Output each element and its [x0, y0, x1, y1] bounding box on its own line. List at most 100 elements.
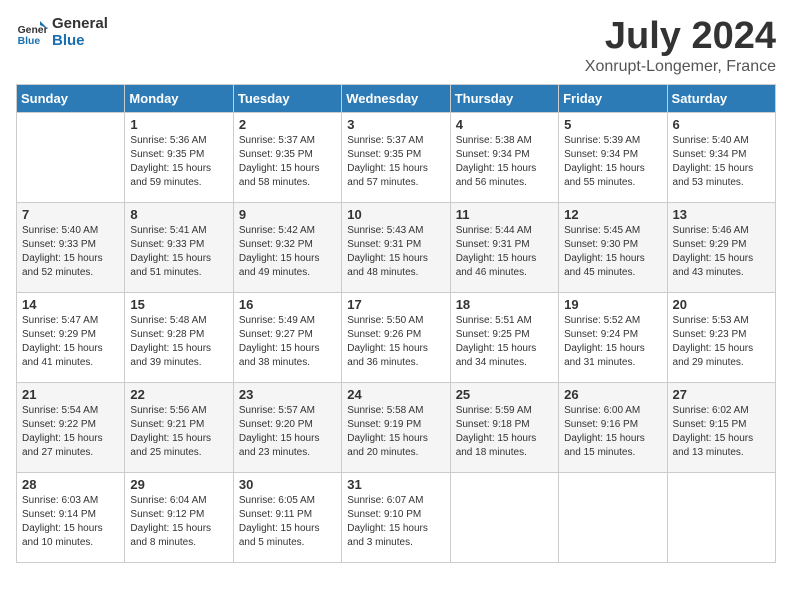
- day-cell: 17Sunrise: 5:50 AM Sunset: 9:26 PM Dayli…: [342, 292, 450, 382]
- day-info: Sunrise: 5:56 AM Sunset: 9:21 PM Dayligh…: [130, 404, 227, 460]
- logo-icon: General Blue: [16, 17, 48, 49]
- day-cell: 27 Sunrise: 6:02 AM Sunset: 9:15 PM Dayli…: [667, 382, 775, 472]
- day-cell: 31Sunrise: 6:07 AM Sunset: 9:10 PM Dayli…: [342, 472, 450, 562]
- day-number: 30: [239, 477, 336, 492]
- logo-text-general: General: [52, 16, 108, 33]
- day-info: Sunrise: 5:50 AM Sunset: 9:26 PM Dayligh…: [347, 314, 444, 370]
- day-number: 26: [564, 387, 661, 402]
- day-number: 4: [456, 117, 553, 132]
- day-cell: 29 Sunrise: 6:04 AM Sunset: 9:12 PM Dayli…: [125, 472, 233, 562]
- day-cell: [450, 472, 558, 562]
- day-number: 13: [673, 207, 770, 222]
- day-cell: 1 Sunrise: 5:36 AM Sunset: 9:35 PM Daylig…: [125, 112, 233, 202]
- day-number: 22: [130, 387, 227, 402]
- day-cell: 12Sunrise: 5:45 AM Sunset: 9:30 PM Dayli…: [559, 202, 667, 292]
- day-cell: 8Sunrise: 5:41 AM Sunset: 9:33 PM Daylig…: [125, 202, 233, 292]
- day-info: Sunrise: 6:05 AM Sunset: 9:11 PM Dayligh…: [239, 494, 336, 550]
- day-info: Sunrise: 5:37 AM Sunset: 9:35 PM Dayligh…: [239, 134, 336, 190]
- day-info: Sunrise: 5:54 AM Sunset: 9:22 PM Dayligh…: [22, 404, 119, 460]
- day-number: 25: [456, 387, 553, 402]
- header-thursday: Thursday: [450, 84, 558, 112]
- day-info: Sunrise: 5:40 AM Sunset: 9:33 PM Dayligh…: [22, 224, 119, 280]
- day-info: Sunrise: 5:38 AM Sunset: 9:34 PM Dayligh…: [456, 134, 553, 190]
- day-number: 3: [347, 117, 444, 132]
- header-tuesday: Tuesday: [233, 84, 341, 112]
- title-area: July 2024 Xonrupt-Longemer, France: [585, 16, 776, 76]
- day-info: Sunrise: 5:41 AM Sunset: 9:33 PM Dayligh…: [130, 224, 227, 280]
- day-number: 11: [456, 207, 553, 222]
- day-cell: 19 Sunrise: 5:52 AM Sunset: 9:24 PM Dayli…: [559, 292, 667, 382]
- day-cell: [667, 472, 775, 562]
- day-number: 31: [347, 477, 444, 492]
- day-number: 1: [130, 117, 227, 132]
- day-number: 10: [347, 207, 444, 222]
- day-number: 7: [22, 207, 119, 222]
- day-info: Sunrise: 5:42 AM Sunset: 9:32 PM Dayligh…: [239, 224, 336, 280]
- day-cell: 6Sunrise: 5:40 AM Sunset: 9:34 PM Daylig…: [667, 112, 775, 202]
- day-cell: 16 Sunrise: 5:49 AM Sunset: 9:27 PM Dayli…: [233, 292, 341, 382]
- day-number: 19: [564, 297, 661, 312]
- page-header: General Blue General Blue July 2024 Xonr…: [16, 16, 776, 76]
- header-wednesday: Wednesday: [342, 84, 450, 112]
- day-number: 5: [564, 117, 661, 132]
- week-row-2: 7 Sunrise: 5:40 AM Sunset: 9:33 PM Daylig…: [17, 202, 776, 292]
- day-cell: [559, 472, 667, 562]
- day-info: Sunrise: 5:52 AM Sunset: 9:24 PM Dayligh…: [564, 314, 661, 370]
- week-row-1: 1 Sunrise: 5:36 AM Sunset: 9:35 PM Daylig…: [17, 112, 776, 202]
- day-cell: 14Sunrise: 5:47 AM Sunset: 9:29 PM Dayli…: [17, 292, 125, 382]
- day-cell: 7 Sunrise: 5:40 AM Sunset: 9:33 PM Daylig…: [17, 202, 125, 292]
- day-cell: 11 Sunrise: 5:44 AM Sunset: 9:31 PM Dayli…: [450, 202, 558, 292]
- week-row-4: 21 Sunrise: 5:54 AM Sunset: 9:22 PM Dayli…: [17, 382, 776, 472]
- day-number: 18: [456, 297, 553, 312]
- day-cell: 21 Sunrise: 5:54 AM Sunset: 9:22 PM Dayli…: [17, 382, 125, 472]
- day-info: Sunrise: 6:04 AM Sunset: 9:12 PM Dayligh…: [130, 494, 227, 550]
- day-cell: 10Sunrise: 5:43 AM Sunset: 9:31 PM Dayli…: [342, 202, 450, 292]
- day-cell: 24 Sunrise: 5:58 AM Sunset: 9:19 PM Dayli…: [342, 382, 450, 472]
- header-monday: Monday: [125, 84, 233, 112]
- logo-text-blue: Blue: [52, 33, 108, 50]
- day-info: Sunrise: 6:02 AM Sunset: 9:15 PM Dayligh…: [673, 404, 770, 460]
- day-cell: 22 Sunrise: 5:56 AM Sunset: 9:21 PM Dayli…: [125, 382, 233, 472]
- day-info: Sunrise: 5:44 AM Sunset: 9:31 PM Dayligh…: [456, 224, 553, 280]
- header-sunday: Sunday: [17, 84, 125, 112]
- day-cell: 30 Sunrise: 6:05 AM Sunset: 9:11 PM Dayli…: [233, 472, 341, 562]
- day-info: Sunrise: 5:46 AM Sunset: 9:29 PM Dayligh…: [673, 224, 770, 280]
- calendar-table: SundayMondayTuesdayWednesdayThursdayFrid…: [16, 84, 776, 563]
- day-info: Sunrise: 5:48 AM Sunset: 9:28 PM Dayligh…: [130, 314, 227, 370]
- day-info: Sunrise: 5:36 AM Sunset: 9:35 PM Dayligh…: [130, 134, 227, 190]
- day-number: 27: [673, 387, 770, 402]
- day-number: 16: [239, 297, 336, 312]
- day-info: Sunrise: 5:59 AM Sunset: 9:18 PM Dayligh…: [456, 404, 553, 460]
- day-number: 12: [564, 207, 661, 222]
- day-cell: 13 Sunrise: 5:46 AM Sunset: 9:29 PM Dayli…: [667, 202, 775, 292]
- week-row-3: 14Sunrise: 5:47 AM Sunset: 9:29 PM Dayli…: [17, 292, 776, 382]
- day-cell: 25 Sunrise: 5:59 AM Sunset: 9:18 PM Dayli…: [450, 382, 558, 472]
- day-cell: 2 Sunrise: 5:37 AM Sunset: 9:35 PM Daylig…: [233, 112, 341, 202]
- day-number: 29: [130, 477, 227, 492]
- calendar-title: July 2024: [585, 16, 776, 58]
- day-info: Sunrise: 6:00 AM Sunset: 9:16 PM Dayligh…: [564, 404, 661, 460]
- day-cell: 26 Sunrise: 6:00 AM Sunset: 9:16 PM Dayli…: [559, 382, 667, 472]
- day-cell: 9Sunrise: 5:42 AM Sunset: 9:32 PM Daylig…: [233, 202, 341, 292]
- svg-text:Blue: Blue: [18, 36, 41, 47]
- calendar-subtitle: Xonrupt-Longemer, France: [585, 58, 776, 76]
- day-info: Sunrise: 5:37 AM Sunset: 9:35 PM Dayligh…: [347, 134, 444, 190]
- day-number: 2: [239, 117, 336, 132]
- day-cell: 5Sunrise: 5:39 AM Sunset: 9:34 PM Daylig…: [559, 112, 667, 202]
- day-info: Sunrise: 5:58 AM Sunset: 9:19 PM Dayligh…: [347, 404, 444, 460]
- calendar-header-row: SundayMondayTuesdayWednesdayThursdayFrid…: [17, 84, 776, 112]
- day-number: 14: [22, 297, 119, 312]
- day-number: 23: [239, 387, 336, 402]
- day-number: 24: [347, 387, 444, 402]
- day-cell: [17, 112, 125, 202]
- day-number: 21: [22, 387, 119, 402]
- day-cell: 23Sunrise: 5:57 AM Sunset: 9:20 PM Dayli…: [233, 382, 341, 472]
- day-cell: 28 Sunrise: 6:03 AM Sunset: 9:14 PM Dayli…: [17, 472, 125, 562]
- day-info: Sunrise: 5:49 AM Sunset: 9:27 PM Dayligh…: [239, 314, 336, 370]
- day-number: 28: [22, 477, 119, 492]
- day-info: Sunrise: 5:53 AM Sunset: 9:23 PM Dayligh…: [673, 314, 770, 370]
- header-friday: Friday: [559, 84, 667, 112]
- day-number: 20: [673, 297, 770, 312]
- day-info: Sunrise: 6:03 AM Sunset: 9:14 PM Dayligh…: [22, 494, 119, 550]
- day-cell: 20 Sunrise: 5:53 AM Sunset: 9:23 PM Dayli…: [667, 292, 775, 382]
